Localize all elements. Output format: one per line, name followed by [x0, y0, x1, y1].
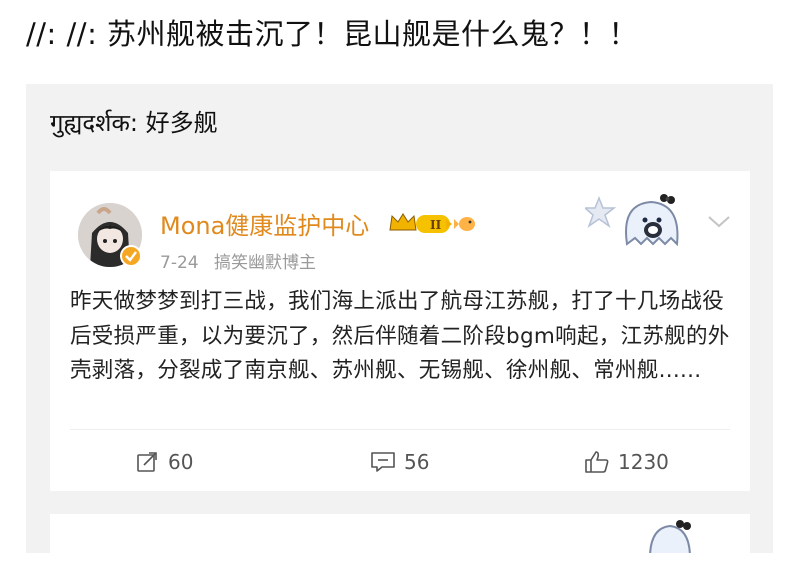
- divider: [70, 429, 730, 430]
- post-card[interactable]: Mona健康监护中心 II 7-24 搞笑幽默博主 昨天做梦梦到打三战，我们海上…: [50, 171, 750, 491]
- chevron-down-icon[interactable]: [706, 213, 732, 235]
- like-icon: [585, 451, 609, 473]
- post-meta: 7-24 搞笑幽默博主: [160, 251, 326, 275]
- comment-icon: [371, 452, 395, 472]
- post-body: 昨天做梦梦到打三战，我们海上派出了航母江苏舰，打了十几场战役后受损严重，以为要沉…: [70, 289, 730, 383]
- next-post-card[interactable]: [50, 514, 750, 553]
- ghost-decoration-icon: [583, 186, 695, 260]
- svg-text:II: II: [430, 218, 442, 232]
- verified-icon: [120, 245, 142, 267]
- repost-icon: [137, 452, 157, 472]
- crown-badge-icon: II: [388, 210, 478, 242]
- like-button[interactable]: 1230: [584, 448, 669, 476]
- quote-text: गुह्यदर्शक: 好多舰: [50, 109, 218, 137]
- comment-button[interactable]: 56: [370, 448, 429, 476]
- repost-button[interactable]: 60: [136, 448, 193, 476]
- post-category: 搞笑幽默博主: [214, 253, 316, 273]
- repost-count: 60: [168, 450, 194, 474]
- quote-box: गुह्यदर्शक: 好多舰 Mona健康监护中心 II 7-24 搞笑幽默博…: [26, 84, 773, 553]
- like-count: 1230: [618, 450, 669, 474]
- username[interactable]: Mona健康监护中心: [160, 211, 369, 241]
- comment-count: 56: [404, 450, 430, 474]
- caption: //: //: 苏州舰被击沉了！昆山舰是什么鬼？！！: [26, 17, 639, 51]
- post-date: 7-24: [160, 253, 199, 273]
- ghost-decoration-icon-partial: [649, 520, 691, 553]
